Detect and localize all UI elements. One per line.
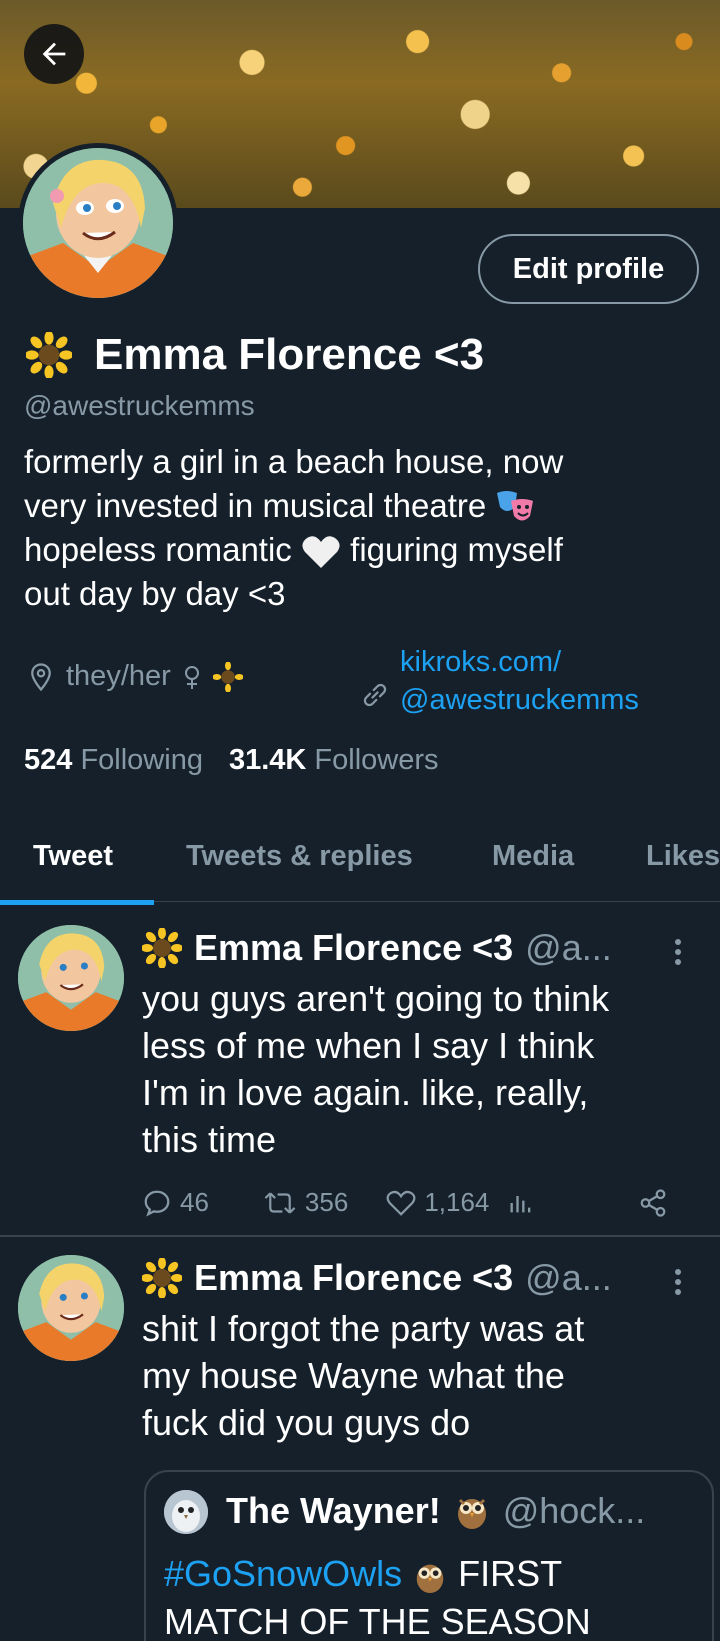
tweet[interactable]: Emma Florence <3 @a... you guys aren't g… [0,905,720,1235]
tab-likes[interactable]: Likes [646,840,720,873]
tweet-line: shit I forgot the party was at [142,1308,585,1349]
quoted-text: FIRST [458,1553,563,1594]
link-text[interactable]: kikroks.com/ [400,643,639,681]
reply-icon [144,1190,170,1217]
tweet-line: my house Wayne what the [142,1355,565,1396]
bio-line: hopeless romantic figuring myself [24,528,684,572]
quoted-tweet[interactable]: The Wayner! @hock... #GoSnowOwls FIRST M… [144,1470,714,1641]
tweet-line: I'm in love again. like, really, [142,1072,589,1113]
more-options-icon[interactable] [668,1267,688,1297]
tweet-header: Emma Florence <3 @a... [142,1257,612,1299]
followers-count: 31.4K [228,744,307,776]
analytics-icon[interactable] [507,1189,535,1217]
tweet-avatar[interactable] [18,1255,124,1361]
sunflower-icon [142,928,182,968]
profile-link[interactable]: kikroks.com/ @awestruckemms [360,643,639,719]
bio-text: figuring myself [350,531,563,568]
owl-icon [457,1498,486,1529]
bio-line: formerly a girl in a beach house, now [24,443,564,480]
tweet-author-name[interactable]: Emma Florence <3 [194,927,513,969]
more-options-icon[interactable] [668,937,688,967]
bio-text: hopeless romantic [24,531,292,568]
hashtag-link[interactable]: #GoSnowOwls [164,1553,402,1594]
avatar-illustration [23,148,173,298]
profile-tabs: Tweet Tweets & replies Media Likes [0,818,720,902]
sunflower-icon [212,661,243,692]
tweet-author-name[interactable]: Emma Florence <3 [194,1257,513,1299]
gender-symbol-icon [184,665,199,689]
quoted-tweet-avatar [164,1490,208,1534]
theatre-masks-icon [497,491,534,521]
followers-label: Followers [314,744,439,776]
quoted-line: #GoSnowOwls FIRST [164,1550,704,1598]
bio-line: out day by day <3 [24,575,286,612]
quoted-author-name: The Wayner! [226,1490,441,1531]
link-text[interactable]: @awestruckemms [400,681,639,719]
avatar-illustration [18,925,124,1031]
tweet-text: you guys aren't going to think less of m… [142,975,682,1163]
tweet-line: you guys aren't going to think [142,978,610,1019]
tab-tweet[interactable]: Tweet [33,840,113,873]
tweet-author-handle[interactable]: @a... [525,927,612,969]
following-count: 524 [24,744,73,776]
following-label: Following [80,744,203,776]
owl-avatar-illustration [164,1490,208,1534]
avatar-illustration [18,1255,124,1361]
like-count: 1,164 [424,1187,490,1217]
white-heart-icon [302,536,340,569]
tweet-text: shit I forgot the party was at my house … [142,1305,682,1446]
tweet-author-handle[interactable]: @a... [525,1257,612,1299]
arrow-left-icon [42,42,66,66]
sunflower-icon [142,1258,182,1298]
followers-link[interactable]: 31.4K Followers [229,744,439,777]
edit-profile-button[interactable]: Edit profile [478,234,699,304]
link-icon [363,683,387,707]
following-link[interactable]: 524 Following [24,744,203,777]
profile-name-row: Emma Florence <3 [26,330,484,380]
reply-count: 46 [180,1187,209,1217]
tab-tweets-replies[interactable]: Tweets & replies [186,840,413,873]
tweet-line: this time [142,1119,277,1160]
share-icon[interactable] [638,1188,668,1218]
tweet-actions: 46 356 1,164 [142,1187,682,1218]
profile-name: Emma Florence <3 [94,330,485,379]
sunflower-icon [26,332,72,378]
tweet-line: fuck did you guys do [142,1402,471,1443]
profile-location: they/her [26,660,243,693]
heart-icon [386,1190,416,1216]
quoted-line: MATCH OF THE SEASON [164,1601,591,1641]
quoted-author-handle: @hock... [502,1490,646,1531]
tab-media[interactable]: Media [492,840,574,873]
bio-line: very invested in musical theatre [24,484,684,528]
location-text: they/her [66,660,171,692]
retweet-count: 356 [304,1187,349,1217]
owl-icon [416,1565,444,1594]
profile-handle: @awestruckemms [24,390,255,421]
retweet-button[interactable]: 356 [263,1187,348,1218]
tweet-avatar[interactable] [18,925,124,1031]
reply-button[interactable]: 46 [142,1187,209,1218]
tweet-line: less of me when I say I think [142,1025,595,1066]
profile-avatar[interactable] [18,143,178,303]
bio-text: very invested in musical theatre [24,487,487,524]
tweet-header: Emma Florence <3 @a... [142,927,612,969]
back-button[interactable] [24,24,84,84]
like-button[interactable]: 1,164 [386,1187,489,1218]
follow-stats: 524 Following 31.4K Followers [24,744,439,777]
retweet-icon [264,1192,296,1213]
location-pin-icon [31,662,51,691]
profile-bio: formerly a girl in a beach house, now ve… [24,440,684,616]
quoted-tweet-header: The Wayner! @hock... [226,1490,645,1532]
quoted-tweet-text: #GoSnowOwls FIRST MATCH OF THE SEASON [164,1550,704,1641]
